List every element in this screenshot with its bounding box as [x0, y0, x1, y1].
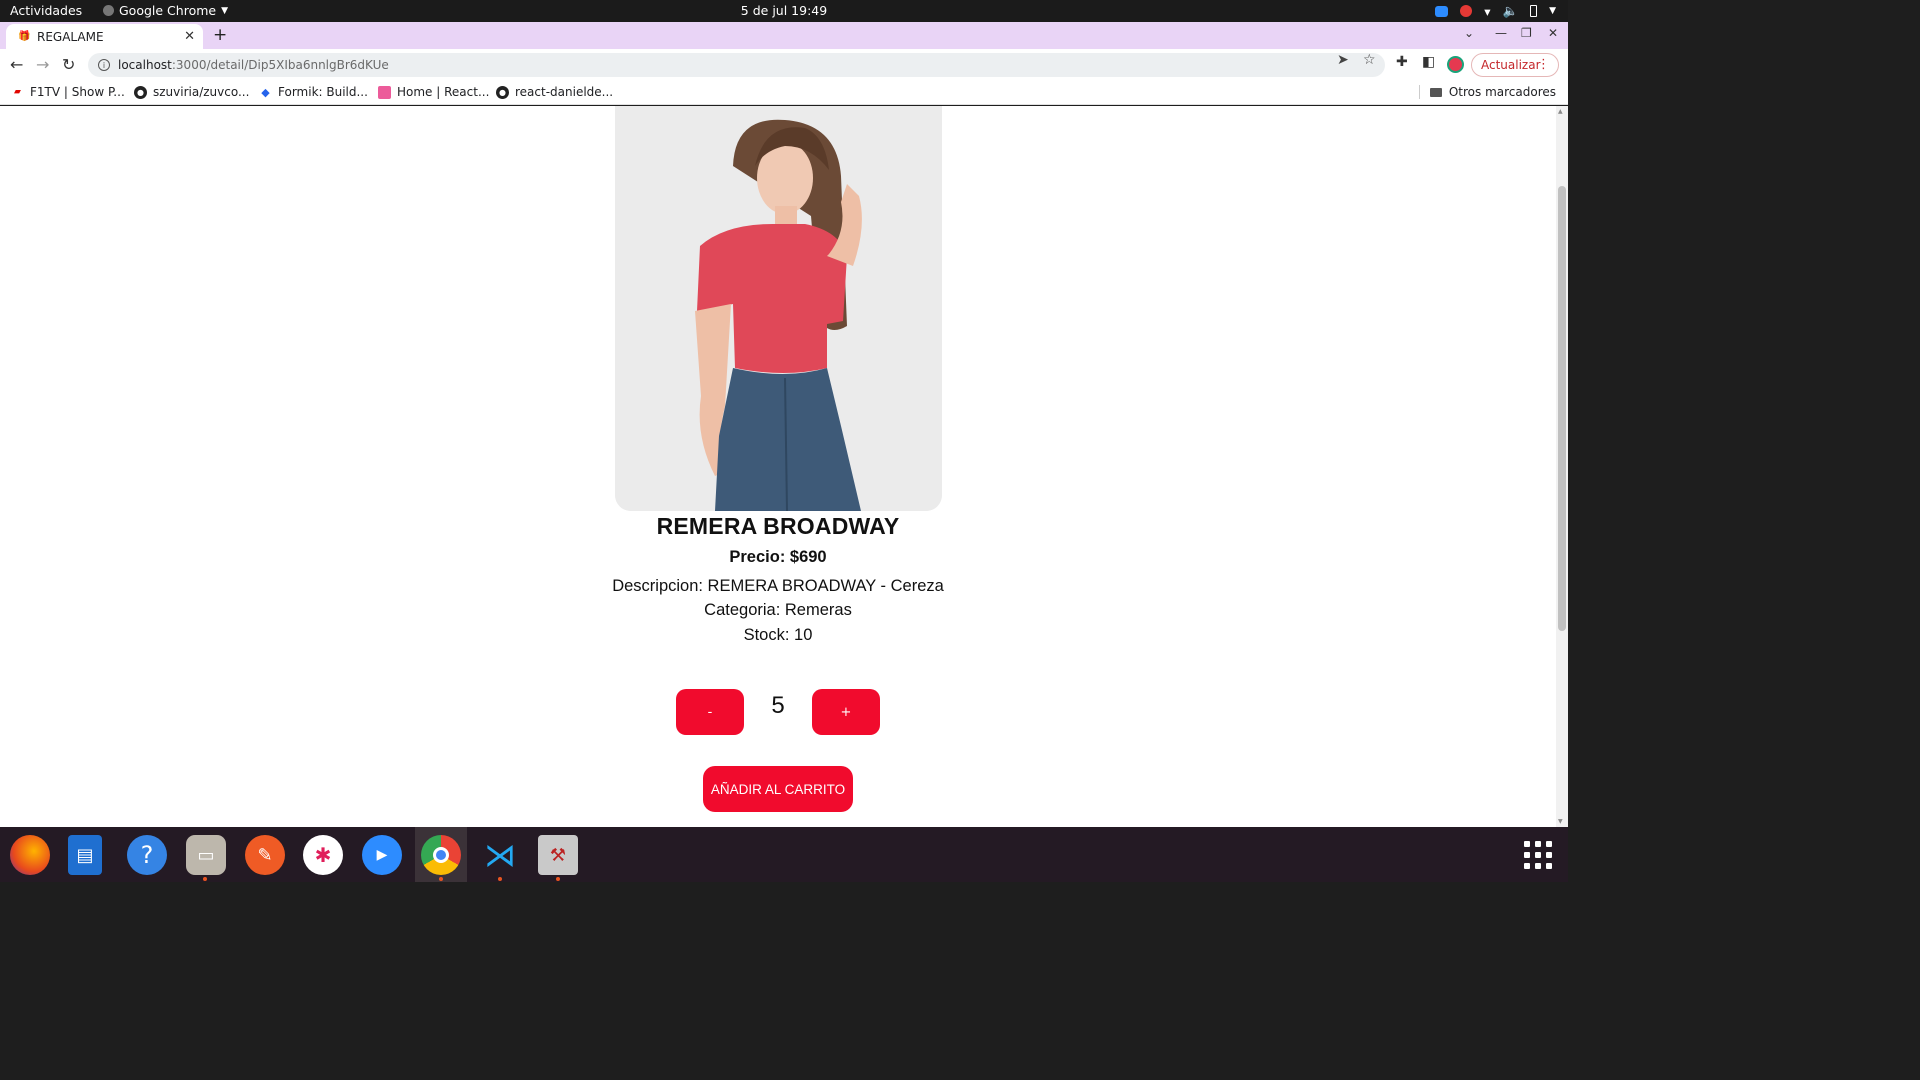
chevron-down-icon: ▼	[221, 5, 229, 16]
tab-search-icon[interactable]: ⌄	[1464, 26, 1474, 40]
product-description: Descripcion: REMERA BROADWAY - Cereza	[612, 577, 944, 595]
back-icon[interactable]: ←	[10, 55, 23, 74]
writer-icon[interactable]: ▤	[68, 835, 102, 875]
quantity-value: 5	[771, 692, 785, 719]
new-tab-button[interactable]: +	[213, 27, 227, 44]
model-photo	[615, 106, 942, 511]
folder-icon	[1429, 87, 1442, 97]
running-indicator	[203, 877, 207, 881]
bookmark-label: react-danielde...	[515, 85, 614, 99]
product-detail-page: REMERA BROADWAY Precio: $690 Descripcion…	[0, 106, 1556, 827]
browser-toolbar: ← → ↻ i localhost:3000/detail/Dip5XIba6n…	[0, 49, 1568, 81]
update-label: Actualizar	[1481, 58, 1541, 72]
star-icon[interactable]: ☆	[1363, 52, 1376, 68]
github-icon: ●	[134, 85, 147, 99]
bookmark-label: Formik: Build...	[278, 85, 368, 99]
system-tray[interactable]: ▾ 🔈 ▼	[1435, 3, 1556, 19]
profile-avatar[interactable]	[1447, 56, 1464, 73]
bookmark-szuviria[interactable]: ● szuviria/zuvco...	[134, 85, 249, 99]
running-indicator	[556, 877, 560, 881]
wifi-icon: ▾	[1484, 3, 1491, 19]
product-stock: Stock: 10	[743, 626, 813, 644]
help-icon[interactable]: ?	[127, 835, 167, 875]
gift-icon: 🎁	[18, 30, 31, 42]
app-menu-label: Google Chrome	[119, 3, 217, 18]
do-not-disturb-icon	[1460, 5, 1473, 17]
bookmark-formik[interactable]: ◆ Formik: Build...	[259, 85, 368, 99]
tab-title: REGALAME	[37, 29, 104, 44]
reload-icon[interactable]: ↻	[62, 55, 75, 74]
bookmarks-bar: ▰ F1TV | Show P... ● szuviria/zuvco... ◆…	[0, 81, 1568, 105]
other-bookmarks-label: Otros marcadores	[1448, 85, 1556, 99]
bookmark-label: szuviria/zuvco...	[153, 85, 250, 99]
page-scrollbar[interactable]: ▲ ▼	[1556, 106, 1568, 827]
tool-icon[interactable]: ⚒	[538, 835, 578, 875]
update-button[interactable]: Actualizar ⋮	[1471, 53, 1559, 77]
increment-button[interactable]: +	[812, 689, 880, 735]
minimize-icon[interactable]: —	[1495, 26, 1507, 40]
add-to-cart-button[interactable]: AÑADIR AL CARRITO	[703, 766, 853, 812]
formik-icon: ◆	[261, 85, 270, 99]
product-title: REMERA BROADWAY	[656, 513, 900, 539]
info-icon[interactable]: i	[98, 59, 110, 71]
slack-icon[interactable]: ✱	[303, 835, 343, 875]
close-window-icon[interactable]: ✕	[1548, 26, 1558, 40]
scroll-up-icon[interactable]: ▲	[1558, 108, 1563, 115]
tab-strip: 🎁 REGALAME ✕	[0, 22, 1568, 49]
dock: ▤ ? ▭ ✎ ✱ ▶ ⋊ ⚒	[0, 827, 1568, 882]
bookmark-react[interactable]: Home | React...	[378, 85, 489, 99]
running-indicator	[439, 877, 443, 881]
decrement-button[interactable]: -	[676, 689, 744, 735]
side-panel-icon[interactable]: ◧	[1422, 54, 1435, 70]
zoom-icon[interactable]: ▶	[362, 835, 402, 875]
vscode-icon[interactable]: ⋊	[480, 835, 520, 875]
tab-regalame[interactable]: 🎁 REGALAME ✕	[6, 24, 203, 49]
address-bar[interactable]: i localhost:3000/detail/Dip5XIba6nnlgBr6…	[88, 53, 1385, 77]
activities-button[interactable]: Actividades	[10, 3, 82, 18]
bookmark-react-danielde[interactable]: ● react-danielde...	[496, 85, 613, 99]
scrollbar-thumb[interactable]	[1558, 186, 1566, 631]
f1-icon: ▰	[14, 87, 21, 97]
files-icon[interactable]: ▭	[186, 835, 226, 875]
scroll-down-icon[interactable]: ▼	[1558, 818, 1563, 825]
restore-icon[interactable]: ❐	[1521, 26, 1532, 40]
url-host: localhost	[118, 58, 172, 72]
forward-icon[interactable]: →	[36, 55, 49, 74]
system-top-bar: Actividades Google Chrome ▼ 5 de jul 19:…	[0, 0, 1568, 22]
more-vert-icon: ⋮	[1537, 57, 1550, 72]
close-icon[interactable]: ✕	[184, 29, 195, 44]
product-category: Categoria: Remeras	[704, 601, 852, 619]
running-indicator	[498, 877, 502, 881]
battery-icon	[1530, 5, 1538, 17]
product-price: Precio: $690	[729, 548, 827, 566]
postman-icon[interactable]: ✎	[245, 835, 285, 875]
github-icon: ●	[496, 85, 509, 99]
url-path: :3000/detail/Dip5XIba6nnlgBr6dKUe	[171, 58, 389, 72]
show-apps-icon[interactable]	[1524, 841, 1552, 869]
clock[interactable]: 5 de jul 19:49	[741, 3, 827, 18]
zoom-tray-icon	[1435, 5, 1449, 17]
product-image	[615, 106, 942, 511]
bookmark-f1tv[interactable]: ▰ F1TV | Show P...	[11, 85, 125, 99]
bookmark-label: F1TV | Show P...	[30, 85, 125, 99]
volume-icon: 🔈	[1502, 3, 1519, 18]
react-icon	[378, 85, 391, 99]
extensions-icon[interactable]: ✚	[1396, 54, 1408, 70]
chevron-down-icon: ▼	[1549, 6, 1556, 16]
chrome-small-icon	[103, 5, 114, 16]
chrome-icon[interactable]	[421, 835, 461, 875]
firefox-icon[interactable]	[10, 835, 50, 875]
bookmark-label: Home | React...	[397, 85, 490, 99]
send-icon[interactable]: ➤	[1337, 52, 1349, 68]
other-bookmarks[interactable]: Otros marcadores	[1418, 85, 1556, 99]
app-menu[interactable]: Google Chrome ▼	[103, 3, 228, 18]
